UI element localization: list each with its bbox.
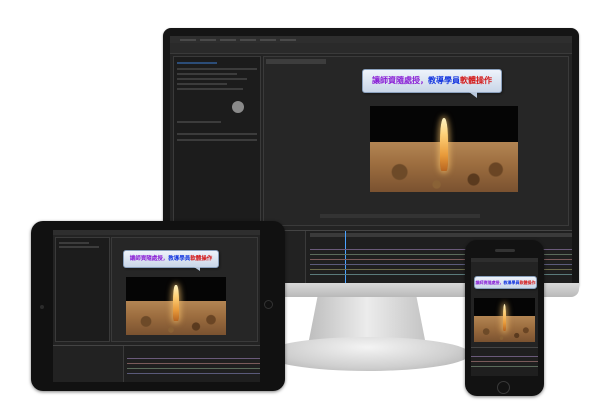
time-ruler[interactable] <box>310 233 572 237</box>
menu-bar[interactable] <box>170 36 572 43</box>
menu-bar[interactable] <box>471 258 538 262</box>
tablet-home-button[interactable] <box>264 300 273 309</box>
caption-text-part1: 讓師資隨處授， <box>129 256 169 262</box>
project-panel[interactable] <box>55 237 110 342</box>
caption-text-part1: 讓師資隨處授， <box>475 280 504 285</box>
caption-text-part3: 軟體操作 <box>519 280 536 285</box>
preview-controls[interactable] <box>320 214 480 218</box>
caption-text-part2: 教導學員 <box>503 280 520 285</box>
tablet-screen: 讓師資隨處授，教導學員軟體操作 <box>53 230 260 382</box>
video-preview <box>474 298 535 342</box>
menu-bar[interactable] <box>53 230 260 235</box>
phone-screen: 讓師資隨處授，教導學員軟體操作 <box>471 258 538 376</box>
video-preview <box>126 277 226 335</box>
timeline-panel[interactable] <box>53 345 260 382</box>
phone-home-button[interactable] <box>497 381 510 394</box>
caption-bubble: 讓師資隨處授，教導學員軟體操作 <box>362 69 502 98</box>
video-preview <box>370 106 518 192</box>
project-panel[interactable] <box>173 56 261 226</box>
caption-text-part2: 教導學員 <box>428 76 460 85</box>
caption-bubble: 讓師資隨處授，教導學員軟體操作 <box>123 250 219 271</box>
monitor-stand-base <box>265 337 470 371</box>
toolbar[interactable] <box>170 43 572 54</box>
composition-tab[interactable] <box>266 59 326 64</box>
flame-effect <box>439 118 449 172</box>
caption-text-part3: 軟體操作 <box>460 76 492 85</box>
caption-text-part3: 軟體操作 <box>190 256 213 262</box>
effect-knob-icon[interactable] <box>232 101 244 113</box>
caption-text-part2: 教導學員 <box>168 256 191 262</box>
caption-bubble: 讓師資隨處授，教導學員軟體操作 <box>474 276 537 289</box>
tablet-camera <box>40 305 44 309</box>
caption-text-part1: 讓師資隨處授， <box>372 76 428 85</box>
flame-effect <box>502 304 507 332</box>
flame-effect <box>173 285 179 322</box>
timeline-panel[interactable] <box>471 347 538 376</box>
phone-speaker <box>495 249 515 252</box>
playhead[interactable] <box>345 231 346 283</box>
